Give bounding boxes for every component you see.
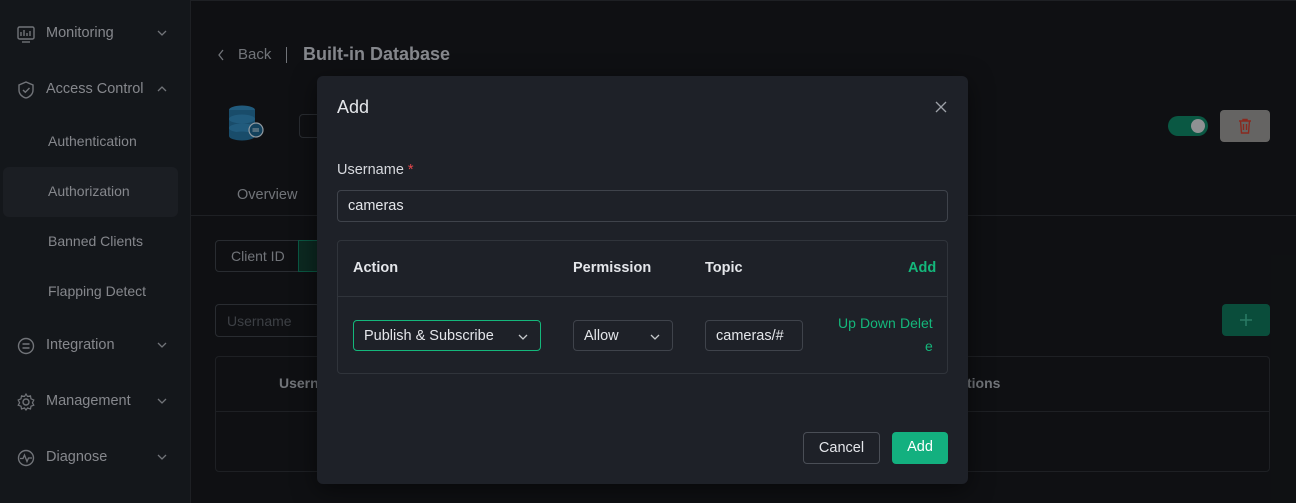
topic-value: cameras/# [716,328,784,344]
permission-select-value: Allow [584,328,619,344]
delete-rule-link-wrap[interactable]: e [925,338,933,354]
close-icon[interactable] [934,100,948,114]
add-dialog: Add Username * cameras Action Permission… [317,76,968,484]
action-select[interactable]: Publish & Subscribe [353,320,541,351]
username-label-text: Username [337,162,404,178]
username-value: cameras [348,198,404,214]
username-label: Username * [337,162,414,178]
column-header-permission: Permission [573,260,652,276]
rules-table: Action Permission Topic Add Publish & Su… [337,240,948,374]
add-label: Add [907,439,933,455]
permission-select[interactable]: Allow [573,320,673,351]
move-down-link[interactable]: Down [860,315,896,331]
cancel-button[interactable]: Cancel [803,432,880,464]
cancel-label: Cancel [818,440,865,456]
chevron-down-icon [518,334,528,340]
dialog-title: Add [337,97,370,117]
divider [338,296,947,297]
delete-rule-link[interactable]: Delet [900,315,933,331]
add-rule-link[interactable]: Add [908,260,936,276]
move-up-link[interactable]: Up [838,315,856,331]
column-header-topic: Topic [705,260,743,276]
topic-input[interactable]: cameras/# [705,320,803,351]
add-button[interactable]: Add [892,432,948,464]
chevron-down-icon [650,334,660,340]
action-select-value: Publish & Subscribe [364,328,494,344]
column-header-action: Action [353,260,399,276]
required-mark: * [407,162,414,178]
username-field[interactable]: cameras [337,190,948,222]
